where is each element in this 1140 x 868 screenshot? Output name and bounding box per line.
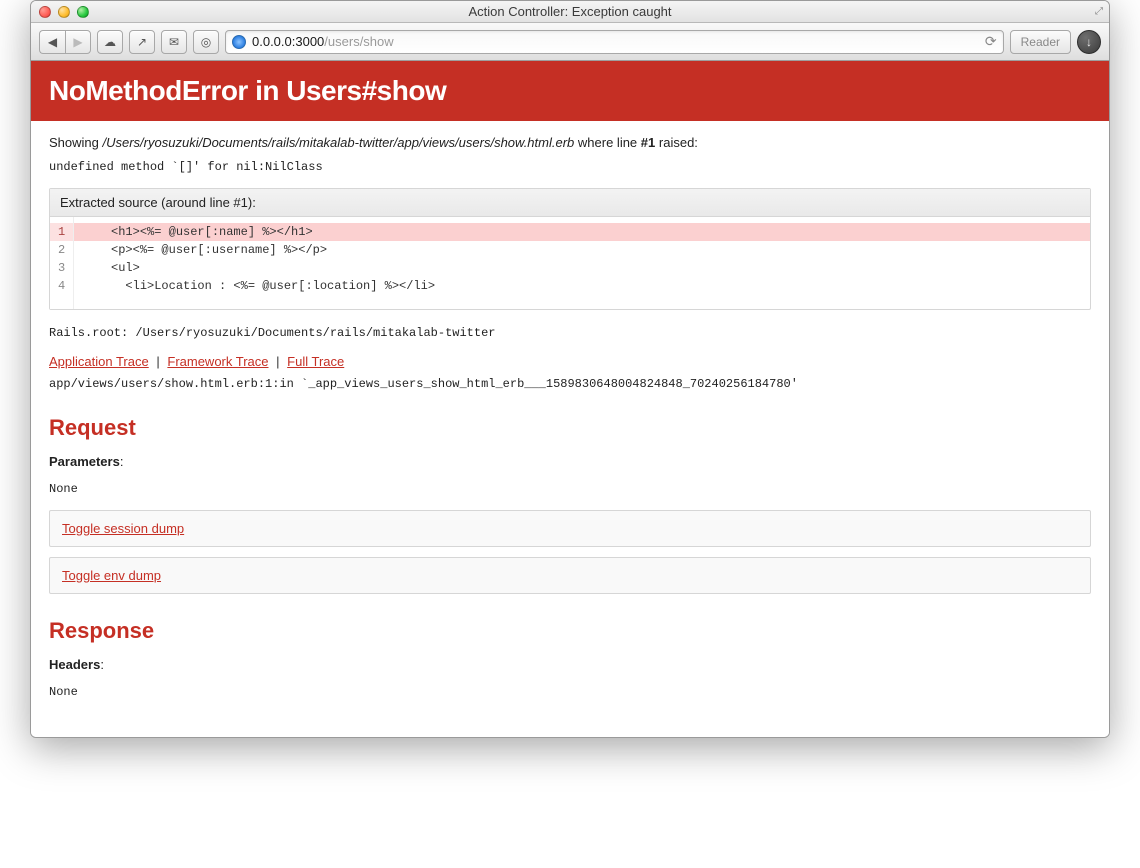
line-code: <p><%= @user[:username] %></p> xyxy=(74,241,1090,259)
line-number: 2 xyxy=(50,241,74,259)
reload-icon[interactable]: ⟳ xyxy=(985,33,997,50)
share-button[interactable]: ↗ xyxy=(129,30,155,54)
reader-label: Reader xyxy=(1021,35,1060,49)
toggle-env-dump: Toggle env dump xyxy=(49,557,1091,594)
line-number: 4 xyxy=(50,277,74,295)
toggle-session-link[interactable]: Toggle session dump xyxy=(62,521,184,536)
error-title: NoMethodError in Users#show xyxy=(49,75,1091,107)
separator: | xyxy=(272,354,283,369)
minimize-window-button[interactable] xyxy=(58,6,70,18)
showing-suffix: raised: xyxy=(659,135,698,150)
parameters-row: Parameters: xyxy=(49,454,1091,469)
headers-row: Headers: xyxy=(49,657,1091,672)
trace-links: Application Trace | Framework Trace | Fu… xyxy=(49,354,1091,369)
toggle-session-dump: Toggle session dump xyxy=(49,510,1091,547)
download-arrow-icon: ↓ xyxy=(1086,35,1092,49)
rails-root: Rails.root: /Users/ryosuzuki/Documents/r… xyxy=(49,326,1091,340)
target-icon: ◎ xyxy=(201,35,211,49)
nav-buttons: ◀ ▶ xyxy=(39,30,91,54)
parameters-value: None xyxy=(49,482,1091,496)
showing-middle: where line xyxy=(578,135,637,150)
parameters-label: Parameters xyxy=(49,454,120,469)
source-line: 2 <p><%= @user[:username] %></p> xyxy=(50,241,1090,259)
extracted-source-label: Extracted source (around line #1): xyxy=(50,189,1090,217)
downloads-button[interactable]: ↓ xyxy=(1077,30,1101,54)
line-number: 3 xyxy=(50,259,74,277)
window-title: Action Controller: Exception caught xyxy=(31,4,1109,19)
error-message: undefined method `[]' for nil:NilClass xyxy=(49,160,1091,174)
application-trace-link[interactable]: Application Trace xyxy=(49,354,149,369)
web-inspector-button[interactable]: ◎ xyxy=(193,30,219,54)
chevron-right-icon: ▶ xyxy=(73,35,82,49)
address-host: 0.0.0.0:3000 xyxy=(252,34,324,49)
share-icon: ↗ xyxy=(137,35,147,49)
page-body: NoMethodError in Users#show Showing /Use… xyxy=(31,61,1109,737)
close-window-button[interactable] xyxy=(39,6,51,18)
browser-toolbar: ◀ ▶ ☁ ↗ ✉ ◎ 0.0.0.0:3000/users/show ⟳ Re… xyxy=(31,23,1109,61)
showing-line: Showing /Users/ryosuzuki/Documents/rails… xyxy=(49,135,1091,150)
headers-value: None xyxy=(49,685,1091,699)
reader-button[interactable]: Reader xyxy=(1010,30,1071,54)
trace-line: app/views/users/show.html.erb:1:in `_app… xyxy=(49,377,1091,391)
framework-trace-link[interactable]: Framework Trace xyxy=(167,354,268,369)
source-table: 1 <h1><%= @user[:name] %></h1> 2 <p><%= … xyxy=(50,217,1090,309)
source-line: 3 <ul> xyxy=(50,259,1090,277)
fullscreen-icon[interactable]: ⤢ xyxy=(1095,6,1103,17)
response-heading: Response xyxy=(49,618,1091,644)
separator: | xyxy=(152,354,163,369)
mail-button[interactable]: ✉ xyxy=(161,30,187,54)
toggle-env-link[interactable]: Toggle env dump xyxy=(62,568,161,583)
address-bar[interactable]: 0.0.0.0:3000/users/show ⟳ xyxy=(225,30,1004,54)
extracted-source-label-text: Extracted source (around line #1): xyxy=(60,195,256,210)
envelope-icon: ✉ xyxy=(169,35,179,49)
source-extract: Extracted source (around line #1): 1 <h1… xyxy=(49,188,1091,310)
address-path: /users/show xyxy=(324,34,393,49)
browser-window: Action Controller: Exception caught ⤢ ◀ … xyxy=(30,0,1110,738)
showing-prefix: Showing xyxy=(49,135,99,150)
source-line: 1 <h1><%= @user[:name] %></h1> xyxy=(50,223,1090,241)
error-header: NoMethodError in Users#show xyxy=(31,61,1109,121)
chevron-left-icon: ◀ xyxy=(48,35,57,49)
line-code: <ul> xyxy=(74,259,1090,277)
forward-button[interactable]: ▶ xyxy=(65,30,91,54)
icloud-button[interactable]: ☁ xyxy=(97,30,123,54)
request-heading: Request xyxy=(49,415,1091,441)
source-line: 4 <li>Location : <%= @user[:location] %>… xyxy=(50,277,1090,295)
headers-label: Headers xyxy=(49,657,100,672)
zoom-window-button[interactable] xyxy=(77,6,89,18)
content-area: Showing /Users/ryosuzuki/Documents/rails… xyxy=(31,121,1109,737)
site-icon xyxy=(232,35,246,49)
line-code: <h1><%= @user[:name] %></h1> xyxy=(74,223,1090,241)
traffic-lights xyxy=(31,6,89,18)
showing-path: /Users/ryosuzuki/Documents/rails/mitakal… xyxy=(103,135,575,150)
cloud-icon: ☁ xyxy=(104,35,116,49)
full-trace-link[interactable]: Full Trace xyxy=(287,354,344,369)
back-button[interactable]: ◀ xyxy=(39,30,65,54)
line-number: 1 xyxy=(50,223,74,241)
showing-line-number: #1 xyxy=(641,135,655,150)
window-titlebar: Action Controller: Exception caught ⤢ xyxy=(31,1,1109,23)
line-code: <li>Location : <%= @user[:location] %></… xyxy=(74,277,1090,295)
